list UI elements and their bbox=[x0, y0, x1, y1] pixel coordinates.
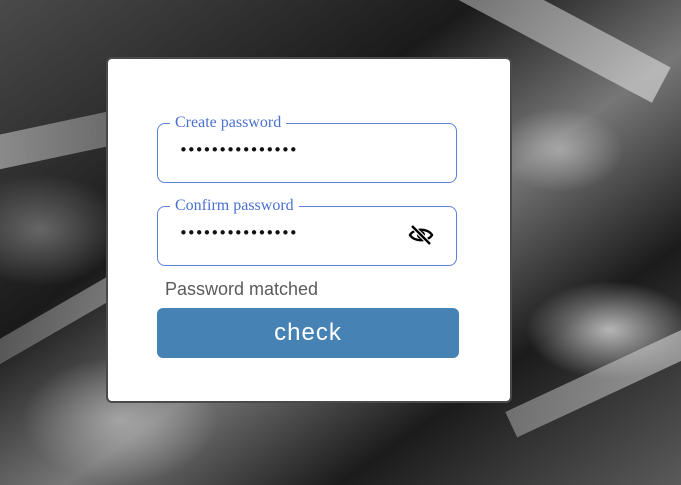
password-card: Create password ••••••••••••••• Confirm … bbox=[106, 57, 512, 403]
create-password-input[interactable]: ••••••••••••••• bbox=[179, 141, 298, 159]
create-password-label: Create password bbox=[170, 113, 287, 133]
check-button[interactable]: check bbox=[157, 308, 459, 358]
confirm-password-input[interactable]: ••••••••••••••• bbox=[179, 224, 298, 242]
password-status-text: Password matched bbox=[165, 279, 319, 299]
background-metal-detail bbox=[505, 310, 681, 438]
confirm-password-label: Confirm password bbox=[170, 196, 299, 216]
confirm-password-field[interactable]: Confirm password ••••••••••••••• bbox=[157, 196, 457, 266]
eye-slash-icon[interactable] bbox=[407, 223, 435, 247]
create-password-field[interactable]: Create password ••••••••••••••• bbox=[157, 113, 457, 183]
